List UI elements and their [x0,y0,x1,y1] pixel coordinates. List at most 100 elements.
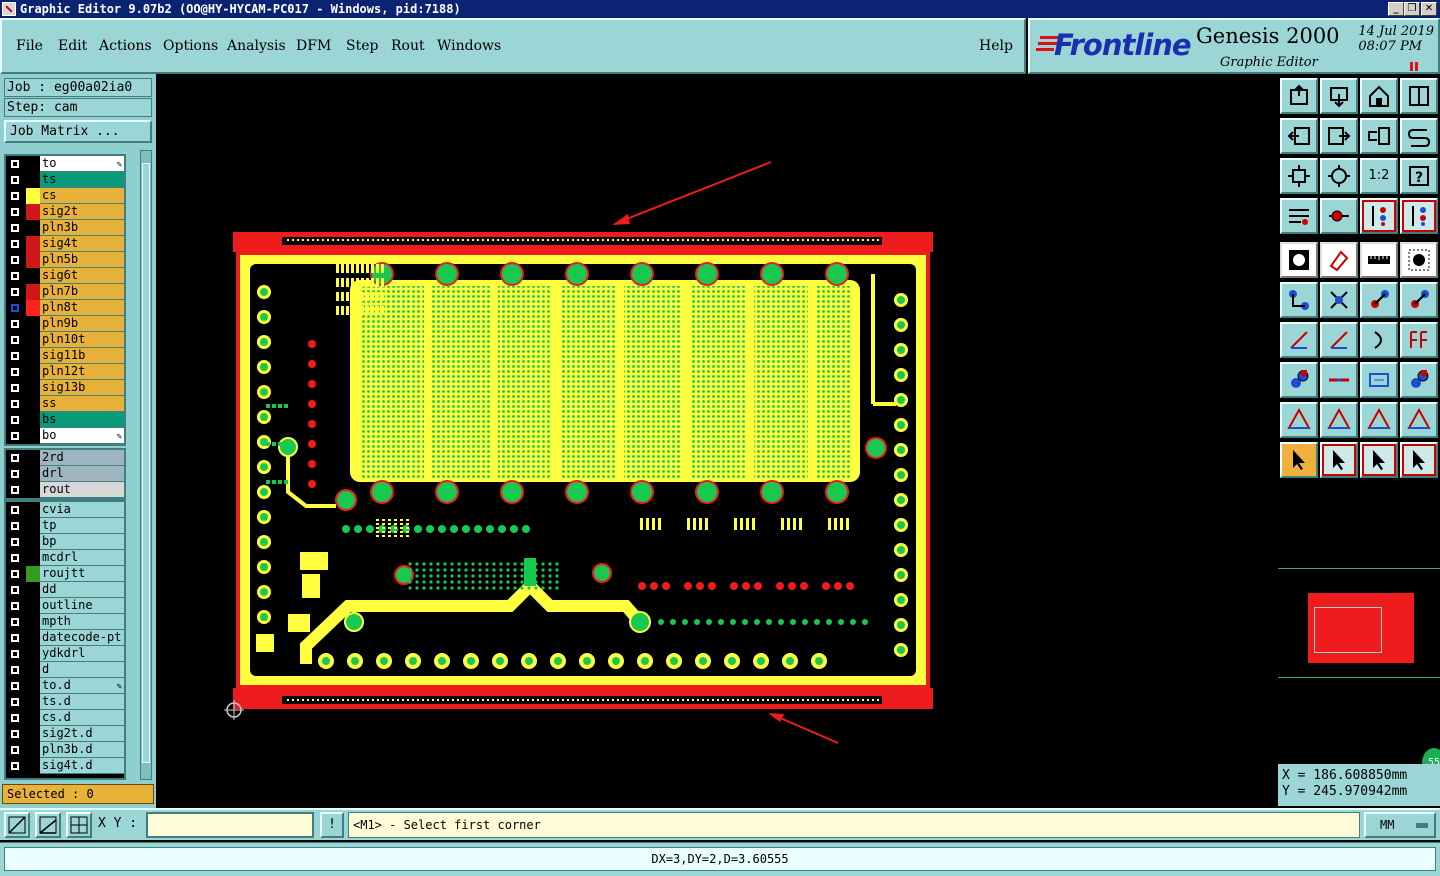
layer-row-roujtt[interactable]: roujtt [6,566,124,582]
layer-name[interactable]: pln3b.d [40,742,124,758]
layer-row-ts[interactable]: ts [6,172,124,188]
layer-color-swatch[interactable] [26,412,40,428]
overview-viewport[interactable] [1314,607,1382,653]
layer-name[interactable]: bp [40,534,124,550]
layer-row-rout[interactable]: rout [6,482,124,498]
layer-checkbox[interactable] [10,415,20,425]
graphic-canvas[interactable] [156,74,1278,808]
layer-row-tp[interactable]: tp [6,518,124,534]
layer-row-ss[interactable]: ss [6,396,124,412]
layer-color-swatch[interactable] [26,252,40,268]
layer-checkbox[interactable] [10,617,20,627]
layer-name[interactable]: sig2t.d [40,726,124,742]
layer-name[interactable]: sig11b [40,348,124,364]
layer-name[interactable]: to.d ✎ [40,678,124,694]
layer-color-swatch[interactable] [26,614,40,630]
menu-help[interactable]: Help [979,38,1013,54]
layer-color-swatch[interactable] [26,220,40,236]
layer-row-ts-d[interactable]: ts.d [6,694,124,710]
layer-color-swatch[interactable] [26,598,40,614]
layer-color-swatch[interactable] [26,694,40,710]
layer-color-swatch[interactable] [26,268,40,284]
layer-color-swatch[interactable] [26,678,40,694]
menu-windows[interactable]: Windows [437,38,501,54]
pointer-box-tool-button[interactable] [1320,442,1358,478]
layer-color-swatch[interactable] [26,380,40,396]
layer-color-swatch[interactable] [26,742,40,758]
save-view-button[interactable] [1320,78,1358,114]
layer-color-swatch[interactable] [26,428,40,444]
layer-row-outline[interactable]: outline [6,598,124,614]
layer-color-swatch[interactable] [26,284,40,300]
layer-checkbox[interactable] [10,729,20,739]
app-icon[interactable] [2,2,16,16]
layer-color-swatch[interactable] [26,156,40,172]
layer-name[interactable]: d [40,662,124,678]
layer-name[interactable]: 2rd [40,450,124,466]
layer-row-datecode-pt[interactable]: datecode-pt [6,630,124,646]
layer-row-drl[interactable]: drl [6,466,124,482]
layer-checkbox[interactable] [10,223,20,233]
layer-row-cvia[interactable]: cvia [6,502,124,518]
layer-name[interactable]: tp [40,518,124,534]
layer-name[interactable]: sig13b [40,380,124,396]
layer-row-mcdrl[interactable]: mcdrl [6,550,124,566]
layer-row-sig6t[interactable]: sig6t [6,268,124,284]
arc-tool-button[interactable] [1360,322,1398,358]
layer-color-swatch[interactable] [26,710,40,726]
triangle-plus-tool-button[interactable] [1320,402,1358,438]
layer-checkbox[interactable] [10,351,20,361]
layer-checkbox[interactable] [10,431,20,441]
layer-color-swatch[interactable] [26,364,40,380]
units-select[interactable]: MM [1364,812,1436,838]
help-button[interactable]: ? [1400,158,1438,194]
ruler-button[interactable] [1360,242,1398,278]
layer-color-swatch[interactable] [26,630,40,646]
fill-mode-button[interactable] [1280,242,1318,278]
xy-input[interactable] [146,812,314,838]
layer-row-to[interactable]: to ✎ [6,156,124,172]
angle-line-tool-button[interactable] [1280,322,1318,358]
home-view-button[interactable] [1360,78,1398,114]
layer-row-sig4t-d[interactable]: sig4t.d [6,758,124,774]
dotted-select-button[interactable] [1400,242,1438,278]
zoom-center-button[interactable] [1320,158,1358,194]
layer-checkbox[interactable] [10,287,20,297]
zoom-ratio-button[interactable]: 1:2 [1360,158,1398,194]
layer-row-pln5b[interactable]: pln5b [6,252,124,268]
pointer-net-tool-button[interactable] [1400,442,1438,478]
close-button[interactable]: ✕ [1421,2,1437,16]
layer-scrollbar[interactable] [140,150,152,780]
layer-checkbox[interactable] [10,159,20,169]
layer-name[interactable]: sig2t [40,204,124,220]
layer-checkbox[interactable] [10,649,20,659]
layer-name[interactable]: sig4t [40,236,124,252]
pause-icon[interactable] [1410,62,1418,71]
layer-name[interactable]: outline [40,598,124,614]
layer-row-bs[interactable]: bs [6,412,124,428]
layer-checkbox[interactable] [10,469,20,479]
layer-checkbox[interactable] [10,585,20,595]
layer-checkbox[interactable] [10,175,20,185]
layer-name[interactable]: pln5b [40,252,124,268]
layer-name[interactable]: pln9b [40,316,124,332]
minimize-button[interactable]: _ [1388,2,1404,16]
layer-row-pln3b-d[interactable]: pln3b.d [6,742,124,758]
pad-select-tool-button[interactable] [1280,362,1318,398]
layer-checkbox[interactable] [10,239,20,249]
split-tool-button[interactable] [1400,322,1438,358]
layer-checkbox[interactable] [10,537,20,547]
layer-checkbox[interactable] [10,505,20,515]
snap-tool-button[interactable] [1320,198,1358,234]
layer-checkbox[interactable] [10,303,20,313]
layer-checkbox[interactable] [10,255,20,265]
layer-checkbox[interactable] [10,521,20,531]
layer-row-sig13b[interactable]: sig13b [6,380,124,396]
layer-checkbox[interactable] [10,367,20,377]
layer-color-swatch[interactable] [26,396,40,412]
home-up-button[interactable] [1280,78,1318,114]
layer-name[interactable]: dd [40,582,124,598]
layer-color-swatch[interactable] [26,236,40,252]
menu-edit[interactable]: Edit [58,38,87,54]
layer-name[interactable]: mcdrl [40,550,124,566]
